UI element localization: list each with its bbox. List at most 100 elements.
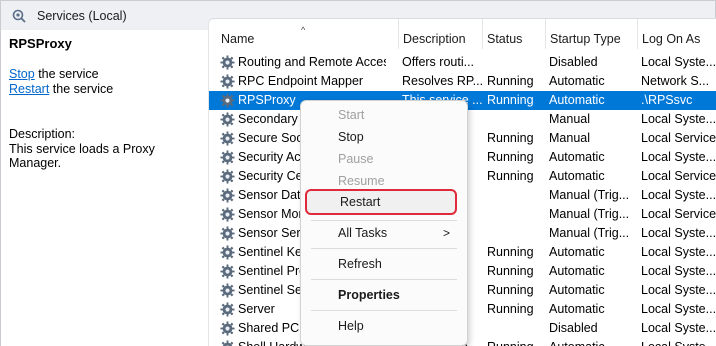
status-cell: Running	[487, 283, 534, 297]
gear-icon	[220, 74, 235, 89]
status-cell	[487, 53, 547, 72]
column-header-startup-type[interactable]: Startup Type	[545, 19, 637, 49]
status-cell: Running	[487, 150, 534, 164]
log-on-as-cell: Local Syste...	[641, 55, 716, 69]
gear-icon	[220, 188, 235, 203]
gear-icon	[220, 245, 235, 260]
log-on-as-cell: Network S...	[641, 74, 710, 88]
log-on-as-cell: Local Syste...	[641, 264, 716, 278]
log-on-as-cell: Local Syste...	[641, 188, 716, 202]
gear-icon	[220, 169, 235, 184]
menu-separator	[311, 279, 457, 280]
log-on-as-cell: Local Syste...	[641, 112, 716, 126]
gear-icon	[220, 150, 235, 165]
startup-type-cell: Automatic	[549, 93, 605, 107]
submenu-arrow-icon: >	[442, 226, 450, 240]
service-name-cell: Routing and Remote Access	[238, 55, 386, 69]
service-name-cell: RPC Endpoint Mapper	[238, 74, 364, 88]
startup-type-cell: Automatic	[549, 245, 605, 259]
startup-type-cell: Manual	[549, 131, 590, 145]
gear-icon	[220, 283, 235, 298]
description-cell: Offers routi...	[402, 55, 475, 69]
status-cell	[487, 110, 547, 129]
startup-type-cell: Automatic	[549, 264, 605, 278]
menu-item-restart[interactable]: Restart	[305, 189, 457, 215]
description-label: Description:	[9, 127, 75, 141]
startup-type-cell: Automatic	[549, 74, 605, 88]
startup-type-cell: Automatic	[549, 283, 605, 297]
stop-link[interactable]: Stop	[9, 67, 35, 81]
gear-icon	[220, 321, 235, 336]
status-cell: Running	[487, 74, 534, 88]
menu-item-pause[interactable]: Pause	[302, 148, 466, 170]
menu-item-start[interactable]: Start	[302, 104, 466, 126]
services-icon	[12, 9, 26, 23]
menu-item-properties[interactable]: Properties	[302, 284, 466, 306]
restart-link[interactable]: Restart	[9, 82, 49, 96]
startup-type-cell: Disabled	[549, 321, 598, 335]
startup-type-cell: Manual (Trig...	[549, 226, 630, 240]
status-cell: Running	[487, 264, 534, 278]
status-cell: Running	[487, 131, 534, 145]
log-on-as-cell: Local Service	[641, 131, 716, 145]
window-title: Services (Local)	[37, 9, 127, 23]
menu-separator	[311, 248, 457, 249]
menu-item-help[interactable]: Help	[302, 315, 466, 337]
gear-icon	[220, 131, 235, 146]
column-header-name[interactable]: Name	[217, 19, 394, 49]
menu-item-refresh[interactable]: Refresh	[302, 253, 466, 275]
startup-type-cell: Manual	[549, 112, 590, 126]
gear-icon	[220, 207, 235, 222]
column-header-description[interactable]: Description	[398, 19, 482, 49]
startup-type-cell: Automatic	[549, 302, 605, 316]
restart-suffix: the service	[49, 82, 114, 96]
status-cell: Running	[487, 338, 547, 346]
gear-icon	[220, 302, 235, 317]
log-on-as-cell: Local Syste...	[641, 150, 716, 164]
table-row[interactable]: Routing and Remote Access Offers routi...…	[209, 53, 716, 72]
status-cell	[487, 205, 547, 224]
stop-action: Stop the service	[9, 67, 99, 81]
restart-action: Restart the service	[9, 82, 113, 96]
log-on-as-cell: Local Syste...	[641, 226, 716, 240]
status-cell	[487, 224, 547, 243]
log-on-as-cell: Local Syste...	[641, 245, 716, 259]
menu-separator	[311, 310, 457, 311]
status-cell: Running	[487, 93, 534, 107]
context-menu: Start Stop Pause Resume Restart All Task…	[300, 100, 468, 346]
startup-type-cell: Automatic	[549, 150, 605, 164]
gear-icon	[220, 264, 235, 279]
status-cell: Running	[487, 169, 534, 183]
table-row[interactable]: RPC Endpoint Mapper Resolves RP... Running…	[209, 72, 716, 91]
log-on-as-cell: .\RPSsvc	[641, 93, 693, 107]
startup-type-cell: Automatic	[549, 338, 637, 346]
startup-type-cell: Manual (Trig...	[549, 207, 630, 221]
startup-type-cell: Manual (Trig...	[549, 188, 630, 202]
gear-icon	[220, 55, 235, 70]
stop-suffix: the service	[34, 67, 99, 81]
startup-type-cell: Automatic	[549, 169, 605, 183]
description-text: This service loads a Proxy Manager.	[9, 142, 155, 170]
gear-icon	[220, 112, 235, 127]
table-header: ^ Name Description Status Startup Type L…	[209, 19, 716, 49]
column-header-log-on-as[interactable]: Log On As	[637, 19, 716, 49]
column-header-status[interactable]: Status	[482, 19, 545, 49]
selected-service-name: RPSProxy	[9, 36, 72, 51]
service-detail-pane: RPSProxy Stop the service Restart the se…	[0, 30, 208, 346]
menu-item-stop[interactable]: Stop	[302, 126, 466, 148]
log-on-as-cell: Local Service	[641, 169, 716, 183]
menu-item-all-tasks[interactable]: All Tasks >	[302, 222, 466, 244]
status-cell	[487, 319, 547, 338]
status-cell	[487, 186, 547, 205]
menu-separator	[311, 220, 457, 221]
log-on-as-cell: Local Syste...	[641, 283, 716, 297]
status-cell: Running	[487, 302, 534, 316]
gear-icon	[220, 340, 235, 346]
gear-icon	[220, 226, 235, 241]
description-cell: Resolves RP...	[402, 74, 482, 88]
gear-icon	[220, 93, 235, 108]
log-on-as-cell: Local Syste...	[641, 302, 716, 316]
status-cell: Running	[487, 245, 534, 259]
startup-type-cell: Disabled	[549, 55, 598, 69]
log-on-as-cell: Local Syste...	[641, 338, 716, 346]
